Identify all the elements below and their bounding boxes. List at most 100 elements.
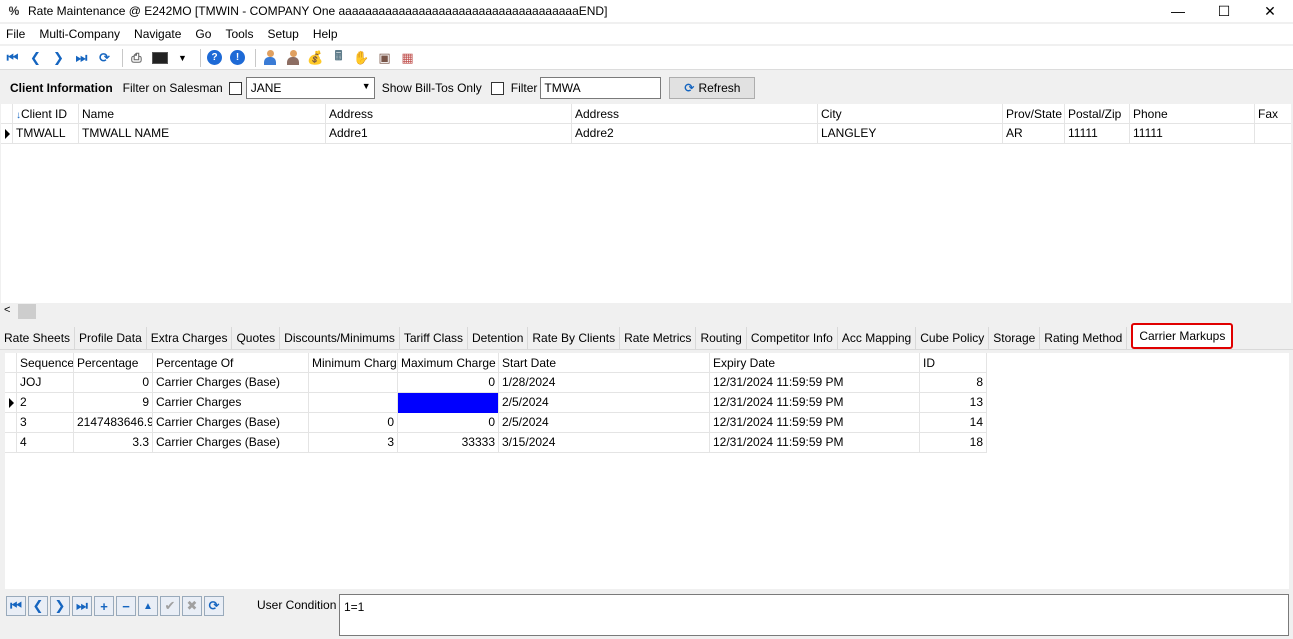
column-header-percentage[interactable]: Percentage — [74, 353, 153, 373]
brick-wall-icon[interactable]: ▦ — [398, 48, 417, 67]
previous-record-icon[interactable]: ❮ — [26, 48, 45, 67]
cell-percentage-of[interactable]: Carrier Charges (Base) — [153, 413, 309, 433]
first-record-icon[interactable]: ⏮ — [6, 596, 26, 616]
tab-quotes[interactable]: Quotes — [232, 327, 281, 349]
cell-fax[interactable] — [1255, 124, 1291, 144]
user-condition-field[interactable]: 1=1 — [339, 594, 1289, 636]
cell-sequence[interactable]: 4 — [17, 433, 74, 453]
cell-id[interactable]: 8 — [920, 373, 987, 393]
cell-prov-state[interactable]: AR — [1003, 124, 1065, 144]
help-icon[interactable]: ? — [205, 48, 224, 67]
table-row[interactable]: JOJ 0 Carrier Charges (Base) 0 1/28/2024… — [5, 373, 987, 393]
user-icon[interactable] — [260, 48, 279, 67]
scroll-left-icon[interactable]: < — [4, 304, 10, 316]
truck-icon[interactable]: ▣ — [375, 48, 394, 67]
column-header-city[interactable]: City — [818, 104, 1003, 124]
cell-minimum-charge[interactable]: 3 — [309, 433, 398, 453]
cell-percentage-of[interactable]: Carrier Charges — [153, 393, 309, 413]
column-header-address1[interactable]: Address — [326, 104, 572, 124]
cell-sequence[interactable]: JOJ — [17, 373, 74, 393]
tab-rate-sheets[interactable]: Rate Sheets — [0, 327, 76, 349]
dropdown-arrow-icon[interactable]: ▼ — [173, 48, 192, 67]
column-header-sequence[interactable]: Sequence — [17, 353, 74, 373]
edit-record-icon[interactable]: ▲ — [138, 596, 158, 616]
monitor-icon[interactable] — [150, 48, 169, 67]
cell-percentage-of[interactable]: Carrier Charges (Base) — [153, 373, 309, 393]
cell-start-date[interactable]: 2/5/2024 — [499, 413, 710, 433]
tab-rate-by-clients[interactable]: Rate By Clients — [528, 327, 621, 349]
tab-profile-data[interactable]: Profile Data — [75, 327, 147, 349]
cell-start-date[interactable]: 1/28/2024 — [499, 373, 710, 393]
cell-sequence[interactable]: 3 — [17, 413, 74, 433]
tab-routing[interactable]: Routing — [696, 327, 747, 349]
first-record-icon[interactable]: ⏮ — [3, 48, 22, 67]
cancel-record-icon[interactable]: ✖ — [182, 596, 202, 616]
cell-address1[interactable]: Addre1 — [326, 124, 572, 144]
table-row[interactable]: 3 2147483646.99 Carrier Charges (Base) 0… — [5, 413, 987, 433]
previous-record-icon[interactable]: ❮ — [28, 596, 48, 616]
tab-rating-method[interactable]: Rating Method — [1040, 327, 1128, 349]
cell-expiry-date[interactable]: 12/31/2024 11:59:59 PM — [710, 413, 920, 433]
cell-start-date[interactable]: 3/15/2024 — [499, 433, 710, 453]
refresh-icon[interactable]: ⟳ — [204, 596, 224, 616]
cell-percentage[interactable]: 9 — [74, 393, 153, 413]
menu-file[interactable]: File — [0, 24, 32, 44]
refresh-button[interactable]: ⟳ Refresh — [669, 77, 756, 99]
menu-tools[interactable]: Tools — [218, 24, 260, 44]
maximize-button[interactable]: ☐ — [1201, 0, 1247, 22]
cell-start-date[interactable]: 2/5/2024 — [499, 393, 710, 413]
cell-address2[interactable]: Addre2 — [572, 124, 818, 144]
cell-percentage[interactable]: 2147483646.99 — [74, 413, 153, 433]
cell-name[interactable]: TMWALL NAME — [79, 124, 326, 144]
add-record-icon[interactable]: + — [94, 596, 114, 616]
column-header-minimum-charge[interactable]: Minimum Charge — [309, 353, 398, 373]
cell-maximum-charge[interactable]: 0 — [398, 373, 499, 393]
calculator-icon[interactable]: 🖩 — [329, 48, 348, 67]
tab-competitor-info[interactable]: Competitor Info — [746, 327, 838, 349]
cell-minimum-charge[interactable]: 0 — [309, 413, 398, 433]
salesman-filter-checkbox[interactable] — [228, 81, 242, 95]
cell-expiry-date[interactable]: 12/31/2024 11:59:59 PM — [710, 393, 920, 413]
tab-rate-metrics[interactable]: Rate Metrics — [620, 327, 697, 349]
cell-maximum-charge-selected[interactable] — [398, 393, 499, 413]
print-icon[interactable]: ⎙ — [127, 48, 146, 67]
tab-cube-policy[interactable]: Cube Policy — [916, 327, 990, 349]
tab-detention[interactable]: Detention — [468, 327, 529, 349]
cell-maximum-charge[interactable]: 33333 — [398, 433, 499, 453]
column-header-start-date[interactable]: Start Date — [499, 353, 710, 373]
column-header-address2[interactable]: Address — [572, 104, 818, 124]
column-header-maximum-charge[interactable]: Maximum Charge — [398, 353, 499, 373]
table-row[interactable]: 2 9 Carrier Charges 2/5/2024 12/31/2024 … — [5, 393, 987, 413]
tab-storage[interactable]: Storage — [989, 327, 1041, 349]
tab-tariff-class[interactable]: Tariff Class — [399, 327, 468, 349]
column-header-fax[interactable]: Fax — [1255, 104, 1291, 124]
menu-help[interactable]: Help — [306, 24, 345, 44]
tab-extra-charges[interactable]: Extra Charges — [146, 327, 233, 349]
table-row[interactable]: TMWALL TMWALL NAME Addre1 Addre2 LANGLEY… — [1, 124, 1291, 144]
cell-id[interactable]: 13 — [920, 393, 987, 413]
salesman-select[interactable]: JANE ▼ — [245, 77, 375, 99]
column-header-postal-zip[interactable]: Postal/Zip — [1065, 104, 1130, 124]
cell-city[interactable]: LANGLEY — [818, 124, 1003, 144]
hand-icon[interactable]: ✋ — [352, 48, 371, 67]
cell-maximum-charge[interactable]: 0 — [398, 413, 499, 433]
cell-percentage[interactable]: 3.3 — [74, 433, 153, 453]
minimize-button[interactable]: — — [1155, 0, 1201, 22]
column-header-prov-state[interactable]: Prov/State — [1003, 104, 1065, 124]
column-header-name[interactable]: Name — [79, 104, 326, 124]
cell-minimum-charge[interactable] — [309, 373, 398, 393]
menu-setup[interactable]: Setup — [260, 24, 305, 44]
tab-carrier-markups[interactable]: Carrier Markups — [1131, 323, 1234, 349]
horizontal-scrollbar[interactable]: < — [0, 303, 1293, 320]
column-header-percentage-of[interactable]: Percentage Of — [153, 353, 309, 373]
table-row[interactable]: 4 3.3 Carrier Charges (Base) 3 33333 3/1… — [5, 433, 987, 453]
cell-expiry-date[interactable]: 12/31/2024 11:59:59 PM — [710, 373, 920, 393]
column-header-client-id[interactable]: ↓Client ID — [13, 104, 79, 124]
cell-postal-zip[interactable]: 11111 — [1065, 124, 1130, 144]
tab-acc-mapping[interactable]: Acc Mapping — [837, 327, 917, 349]
cell-expiry-date[interactable]: 12/31/2024 11:59:59 PM — [710, 433, 920, 453]
info-icon[interactable]: ! — [228, 48, 247, 67]
last-record-icon[interactable]: ⏭ — [72, 48, 91, 67]
delete-record-icon[interactable]: − — [116, 596, 136, 616]
billtos-checkbox[interactable] — [490, 81, 504, 95]
